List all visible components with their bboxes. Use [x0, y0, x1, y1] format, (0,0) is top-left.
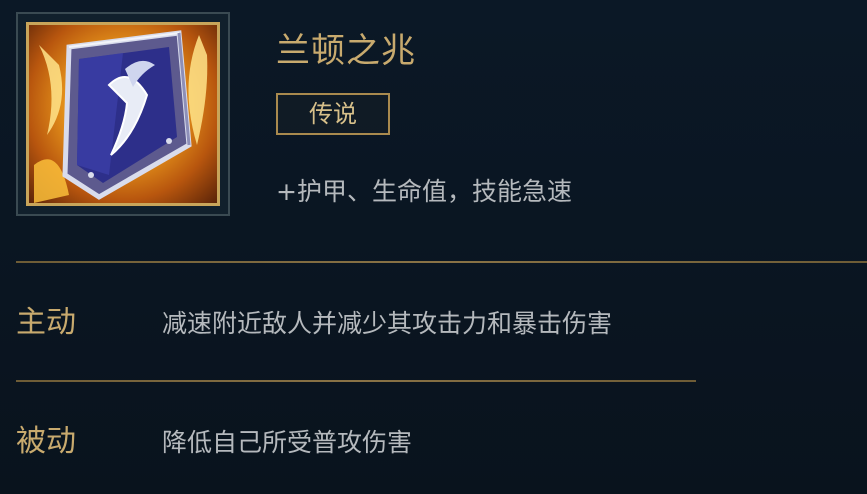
passive-description: 降低自己所受普攻伤害 — [162, 428, 413, 457]
item-stats: +护甲、生命值，技能急速 — [276, 177, 572, 206]
item-icon-frame — [16, 12, 230, 216]
item-tooltip: 兰顿之兆 传说 +护甲、生命值，技能急速 主动 减速附近敌人并减少其攻击力和暴击… — [0, 0, 867, 494]
active-label: 主动 — [16, 305, 76, 340]
item-name: 兰顿之兆 — [276, 31, 416, 71]
divider — [16, 261, 867, 263]
passive-label: 被动 — [16, 424, 76, 459]
active-description: 减速附近敌人并减少其攻击力和暴击伤害 — [162, 309, 613, 338]
rarity-badge: 传说 — [276, 93, 390, 135]
shield-icon — [26, 22, 220, 206]
divider — [16, 380, 696, 382]
